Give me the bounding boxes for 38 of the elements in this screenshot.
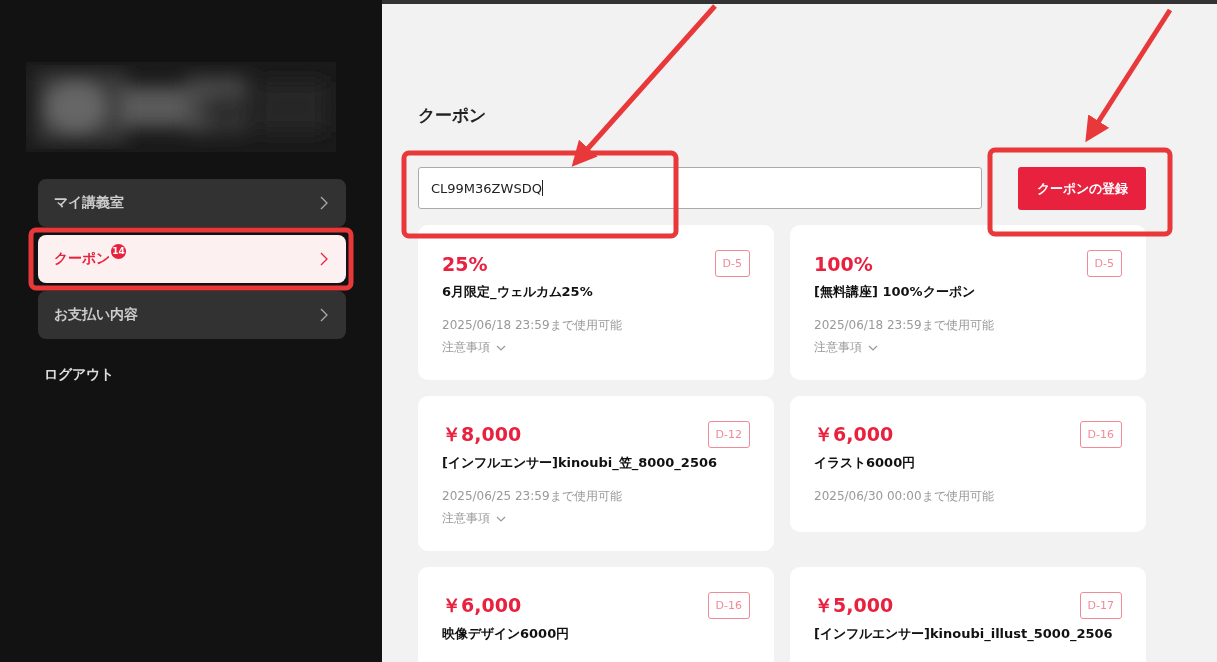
days-left-tag: D-12 [707,421,750,448]
days-left-tag: D-5 [1086,250,1122,277]
expiry-text: 2025/06/18 23:59まで使用可能 [814,317,995,334]
expiry-text: 2025/06/18 23:59まで使用可能 [442,317,623,334]
coupon-title: イラスト6000円 [814,454,917,472]
chevron-down-icon [496,515,506,522]
days-left-tag: D-17 [1079,592,1122,619]
chevron-down-icon [868,344,878,351]
notes-toggle[interactable]: 注意事項 [814,339,878,356]
sidebar-item[interactable]: マイ講義室 [38,179,346,227]
sidebar-item[interactable]: お支払い内容 [38,291,346,339]
coupon-code-field[interactable]: CL99M36ZWSDQ [418,167,982,209]
coupon-title: [無料講座] 100%クーポン [814,283,976,301]
count-badge: 14 [111,243,126,259]
coupon-amount: ￥5,000 [814,592,894,618]
days-left-tag: D-16 [707,592,750,619]
logout-link[interactable]: ログアウト [44,366,382,384]
chevron-right-icon [320,308,328,322]
chevron-right-icon [320,252,328,266]
days-left-tag: D-5 [714,250,750,277]
coupon-title: 6月限定_ウェルカム25% [442,283,594,301]
page-title: クーポン [418,104,487,127]
chevron-down-icon [496,344,506,351]
coupon-amount: ￥6,000 [814,421,894,447]
coupon-amount: 100% [814,252,873,275]
expiry-text: 2025/06/30 00:00まで使用可能 [814,488,995,505]
coupon-amount: ￥8,000 [442,421,522,447]
coupon-amount: 25% [442,252,488,275]
coupon-title: 映像デザイン6000円 [442,625,571,643]
days-left-tag: D-16 [1079,421,1122,448]
coupon-title: [インフルエンサー]kinoubi_笠_8000_2506 [442,454,719,472]
coupon-amount: ￥6,000 [442,592,522,618]
register-coupon-button[interactable]: クーポンの登録 [1018,167,1146,210]
coupon-title: [インフルエンサー]kinoubi_illust_5000_2506 [814,625,1114,643]
notes-toggle[interactable]: 注意事項 [442,339,506,356]
notes-toggle[interactable]: 注意事項 [442,510,506,527]
expiry-text: 2025/06/25 23:59まで使用可能 [442,488,623,505]
chevron-right-icon [320,196,328,210]
